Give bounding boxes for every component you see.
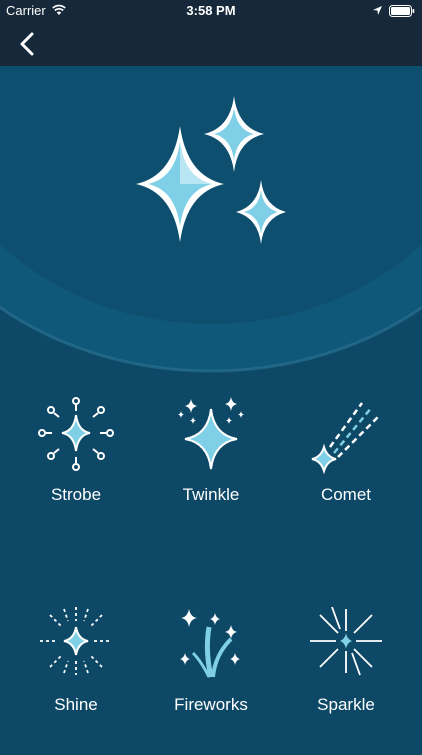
effect-shine[interactable]: Shine	[6, 605, 146, 755]
effect-twinkle[interactable]: Twinkle	[141, 395, 281, 545]
fireworks-label: Fireworks	[174, 695, 248, 714]
twinkle-label: Twinkle	[182, 485, 240, 504]
status-bar: Carrier 3:58 PM	[0, 0, 422, 22]
status-time: 3:58 PM	[186, 3, 236, 18]
comet-label: Comet	[320, 485, 372, 504]
strobe-label: Strobe	[50, 485, 102, 504]
strobe-icon	[38, 397, 114, 471]
effect-sparkle[interactable]: Sparkle	[276, 605, 416, 755]
nav-bar	[0, 22, 422, 66]
effect-comet[interactable]: Comet	[276, 395, 416, 545]
back-chevron-icon[interactable]	[14, 30, 42, 58]
sparkle-icon	[310, 606, 382, 676]
comet-icon	[311, 402, 379, 475]
effect-strobe[interactable]: Strobe	[6, 395, 146, 545]
shine-label: Shine	[54, 695, 98, 714]
twinkle-icon	[178, 397, 244, 470]
fireworks-icon	[180, 609, 240, 678]
shine-icon	[40, 607, 112, 675]
hero-sparkles-illustration	[0, 66, 422, 396]
sparkle-label: Sparkle	[317, 695, 375, 714]
location-arrow-icon	[373, 6, 382, 15]
battery-icon	[389, 5, 415, 17]
effect-fireworks[interactable]: Fireworks	[141, 605, 281, 755]
